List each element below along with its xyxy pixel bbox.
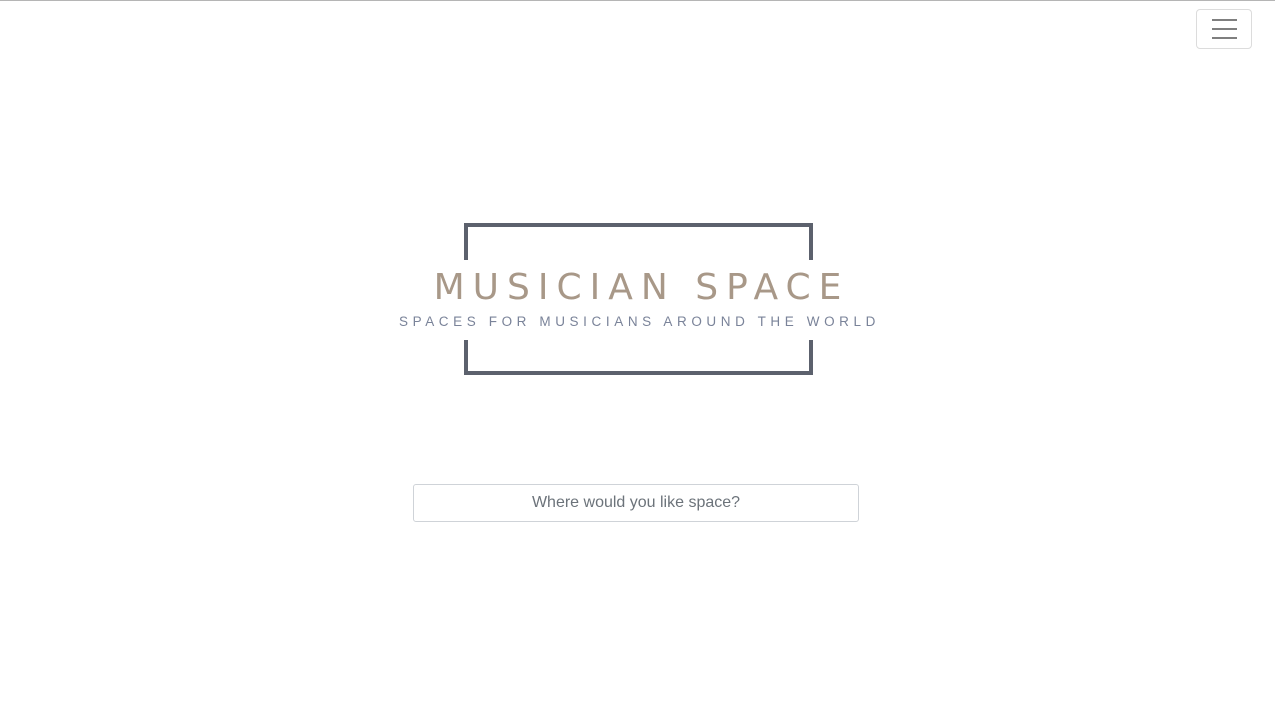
logo-frame-top bbox=[464, 223, 813, 260]
landing-page: MUSICIAN SPACE SPACES FOR MUSICIANS AROU… bbox=[0, 0, 1275, 722]
logo-frame-bottom bbox=[464, 340, 813, 375]
location-search-input[interactable] bbox=[413, 484, 859, 522]
menu-toggle-button[interactable] bbox=[1196, 9, 1252, 49]
site-tagline: SPACES FOR MUSICIANS AROUND THE WORLD bbox=[399, 314, 880, 329]
site-title: MUSICIAN SPACE bbox=[433, 267, 850, 308]
hamburger-menu-icon bbox=[1212, 19, 1237, 39]
